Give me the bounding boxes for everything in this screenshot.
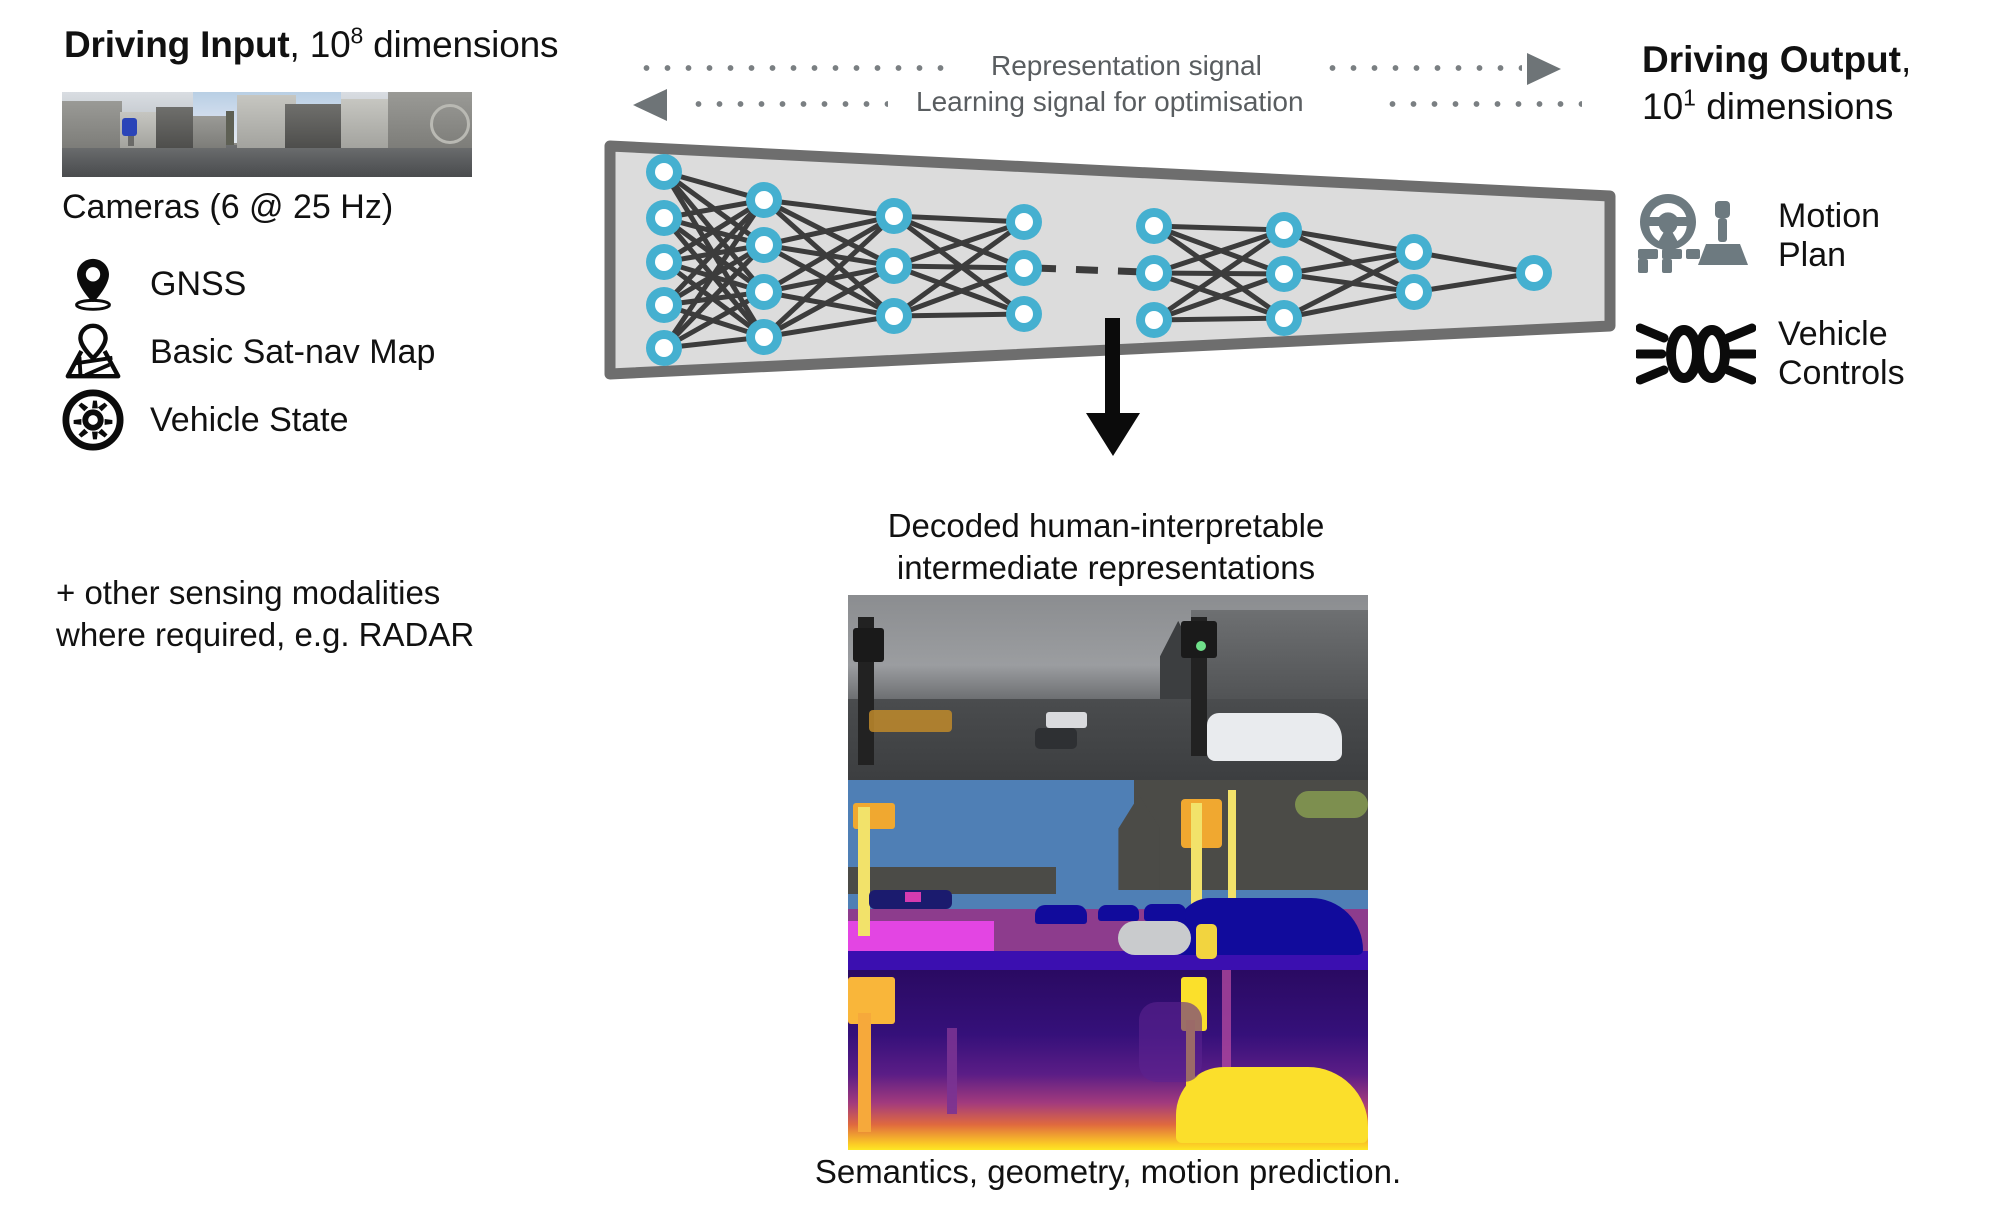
camera-ground bbox=[62, 144, 194, 177]
output-label: Motion Plan bbox=[1778, 196, 1881, 274]
camera-building bbox=[193, 115, 226, 149]
diagram-canvas: Driving Input, 108 dimensions Cameras (6… bbox=[0, 0, 2004, 1222]
camera-building bbox=[340, 98, 391, 149]
camera-ground bbox=[193, 144, 341, 177]
depth-near-vehicle bbox=[1175, 1067, 1368, 1143]
modality-row-gnss: GNSS bbox=[62, 250, 435, 318]
rgb-traffic-light bbox=[1180, 620, 1218, 658]
driving-output-exp-base: 10 bbox=[1642, 86, 1684, 128]
driving-output-title-bold: Driving Output bbox=[1642, 39, 1901, 80]
cameras-label: Cameras (6 @ 25 Hz) bbox=[62, 188, 394, 226]
decoded-representation-stack bbox=[848, 595, 1368, 1150]
wheel-gear-icon bbox=[62, 389, 124, 451]
learning-signal-label: Learning signal for optimisation bbox=[916, 86, 1304, 117]
decode-down-arrow bbox=[1086, 318, 1140, 456]
semantic-segmentation-image bbox=[848, 780, 1368, 970]
representation-signal-dots-right bbox=[1322, 64, 1522, 72]
driving-input-title-bold: Driving Input bbox=[64, 24, 290, 65]
rgb-car bbox=[1035, 728, 1077, 749]
driving-output-title: Driving Output, 101 dimensions bbox=[1642, 36, 1911, 131]
seg-person bbox=[905, 892, 921, 902]
camera-pane-right bbox=[340, 92, 472, 177]
rgb-detection-image bbox=[848, 595, 1368, 780]
modality-label: GNSS bbox=[150, 264, 247, 303]
camera-building bbox=[284, 103, 341, 149]
driving-output-title-tail: dimensions bbox=[1695, 86, 1894, 128]
camera-sign bbox=[122, 117, 138, 136]
seg-sidewalk-patch bbox=[1118, 920, 1192, 955]
representation-signal-dots-left bbox=[636, 64, 954, 72]
location-pin-icon bbox=[75, 258, 111, 311]
driving-output-title-rest: , bbox=[1900, 39, 1912, 80]
camera-building bbox=[156, 107, 194, 149]
vehicle-lights-icon bbox=[1636, 323, 1756, 385]
bottom-caption: Semantics, geometry, motion prediction. bbox=[814, 1153, 1402, 1190]
steering-wheel-gearshift-icon bbox=[1638, 194, 1748, 273]
camera-pane-center bbox=[193, 92, 341, 177]
driving-input-title-rest: , 10 bbox=[289, 24, 351, 65]
driving-input-title-tail: dimensions bbox=[363, 24, 559, 65]
modality-row-satnav: Basic Sat-nav Map bbox=[62, 318, 435, 386]
rgb-van bbox=[1206, 713, 1342, 762]
seg-vehicle bbox=[1144, 903, 1186, 921]
seg-pedestrian bbox=[1196, 924, 1218, 959]
seg-pole bbox=[858, 806, 870, 936]
driving-output-exponent: 1 bbox=[1683, 85, 1696, 112]
modality-row-vehicle-state: Vehicle State bbox=[62, 386, 435, 454]
camera-spire bbox=[225, 110, 234, 145]
driving-input-exponent: 8 bbox=[350, 22, 364, 49]
camera-window-round bbox=[429, 103, 470, 144]
seg-vehicle bbox=[1097, 905, 1140, 921]
seg-sign bbox=[1180, 799, 1223, 849]
rgb-traffic-light bbox=[853, 628, 885, 662]
camera-pane-left bbox=[62, 92, 194, 177]
output-row-motion-plan: Motion Plan bbox=[1636, 192, 1905, 280]
depth-near-pole bbox=[858, 1013, 872, 1132]
depth-building bbox=[1139, 1002, 1202, 1082]
modality-label: Vehicle State bbox=[150, 400, 349, 439]
depth-near-sign bbox=[848, 977, 895, 1024]
representation-signal-arrowhead bbox=[1527, 53, 1561, 85]
seg-vegetation bbox=[1295, 791, 1368, 818]
seg-vehicle bbox=[1035, 905, 1088, 925]
map-icon bbox=[65, 323, 121, 379]
depth-map-image bbox=[848, 970, 1368, 1150]
input-modality-list: GNSS Basic Sat-nav Map Vehicle State bbox=[62, 250, 435, 454]
rgb-bus bbox=[1045, 711, 1088, 729]
depth-pole bbox=[946, 1027, 958, 1114]
driving-input-title: Driving Input, 108 dimensions bbox=[64, 24, 558, 66]
other-modalities-note: + other sensing modalities where require… bbox=[56, 574, 475, 654]
camera-ground bbox=[340, 144, 472, 177]
camera-building bbox=[62, 100, 123, 149]
modality-label: Basic Sat-nav Map bbox=[150, 332, 436, 371]
decoded-representations-caption: Decoded human-interpretable intermediate… bbox=[887, 507, 1325, 586]
learning-signal-dots-left bbox=[688, 100, 888, 108]
output-item-list: Motion Plan Vehicle Controls bbox=[1636, 192, 1905, 428]
representation-signal-label: Representation signal bbox=[991, 50, 1262, 81]
rgb-detection-mask bbox=[868, 709, 952, 732]
output-label: Vehicle Controls bbox=[1778, 314, 1905, 392]
camera-panorama-image bbox=[62, 92, 472, 177]
learning-signal-dots-right bbox=[1382, 100, 1582, 108]
learning-signal-arrowhead bbox=[633, 89, 667, 121]
output-row-vehicle-controls: Vehicle Controls bbox=[1636, 310, 1905, 398]
